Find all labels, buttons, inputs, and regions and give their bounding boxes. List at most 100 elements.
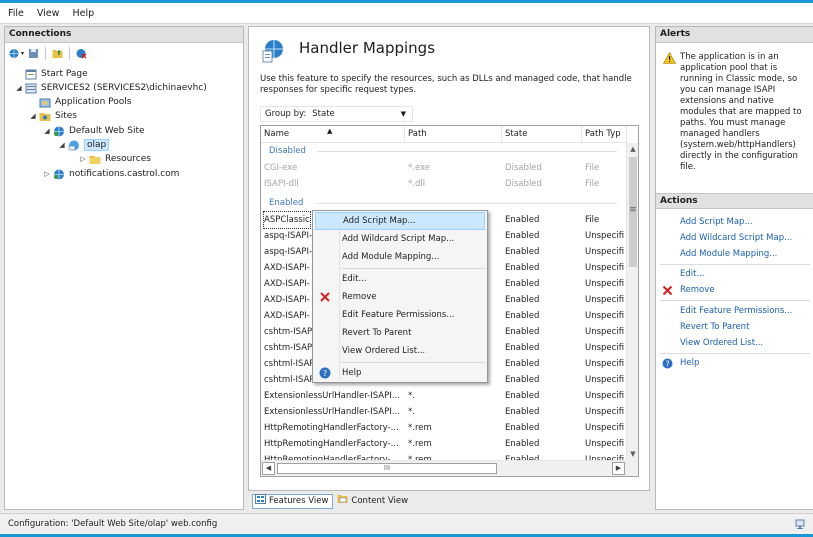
cell-state: Enabled (505, 343, 540, 353)
table-row[interactable]: HttpRemotingHandlerFactory-... *.rem Enabl… (261, 420, 627, 436)
menu-item-remove[interactable]: Remove (315, 288, 485, 306)
menu-item-edit-feature-permissions[interactable]: Edit Feature Permissions... (315, 306, 485, 324)
column-header-path[interactable]: Path (405, 126, 502, 143)
cell-name: CGI-exe (264, 163, 298, 173)
cell-state: Enabled (505, 327, 540, 337)
cell-name: ExtensionlessUrlHandler-ISAPI... (264, 407, 400, 417)
handler-mappings-icon (261, 39, 285, 63)
tree-item-start-page[interactable]: Start Page (15, 67, 88, 81)
table-row[interactable]: ISAPI-dll *.dll Disabled File (261, 176, 627, 192)
menu-item-help[interactable]: ? Help (315, 364, 485, 382)
tree-item-sites[interactable]: ◢ Sites (29, 109, 77, 123)
menu-file[interactable]: File (8, 8, 24, 19)
cell-type: Unspecifi (585, 423, 625, 433)
actions-header: Actions (656, 193, 813, 209)
cell-name: ASPClassic (263, 211, 311, 229)
cell-name: aspq-ISAPI- (264, 231, 313, 241)
action-edit-feature-permissions[interactable]: Edit Feature Permissions... (680, 306, 792, 316)
group-by-dropdown[interactable]: Group by: State ▼ (260, 106, 413, 122)
menu-item-add-script-map[interactable]: Add Script Map... (315, 212, 485, 230)
column-header-name[interactable]: Name ▲ (261, 126, 405, 143)
collapse-icon[interactable]: ◢ (43, 127, 51, 135)
collapse-icon[interactable]: ◢ (29, 112, 37, 120)
tree-label: SERVICES2 (SERVICES2\dichinaevhc) (41, 83, 207, 93)
connect-globe-icon[interactable] (9, 48, 20, 59)
sort-ascending-icon: ▲ (327, 127, 333, 135)
group-header[interactable]: Enabled (269, 195, 303, 211)
menu-item-edit[interactable]: Edit... (315, 270, 485, 288)
menu-bar: File View Help (0, 3, 813, 23)
table-row[interactable]: ExtensionlessUrlHandler-ISAPI... *. Enable… (261, 404, 627, 420)
group-divider (317, 151, 617, 152)
tree-item-default-web-site[interactable]: ◢ Default Web Site (43, 124, 145, 138)
scroll-right-icon[interactable]: ▶ (612, 462, 625, 475)
cell-type: Unspecifi (585, 327, 625, 337)
action-remove[interactable]: Remove (680, 285, 715, 295)
svg-text:?: ? (665, 360, 669, 369)
column-header-state[interactable]: State (502, 126, 582, 143)
cell-type: Unspecifi (585, 263, 625, 273)
tree-item-resources[interactable]: ▷ Resources (79, 152, 151, 166)
tree-item-application-pools[interactable]: Application Pools (29, 95, 131, 109)
action-add-module-mapping[interactable]: Add Module Mapping... (680, 249, 777, 259)
action-add-wildcard-script-map[interactable]: Add Wildcard Script Map... (680, 233, 792, 243)
disconnect-icon[interactable] (76, 48, 87, 59)
cell-type: Unspecifi (585, 391, 625, 401)
up-folder-icon[interactable] (52, 48, 63, 59)
table-row[interactable]: CGI-exe *.exe Disabled File (261, 160, 627, 176)
scroll-up-icon[interactable]: ▲ (627, 143, 638, 155)
tree-item-notifications[interactable]: ▷ notifications.castrol.com (43, 167, 179, 181)
expand-icon[interactable]: ▷ (79, 155, 87, 163)
tree-item-olap[interactable]: ◢ olap (58, 138, 110, 152)
cell-path: *.rem (408, 423, 432, 433)
cell-state: Enabled (505, 263, 540, 273)
network-status-icon (795, 518, 807, 530)
alerts-header: Alerts (656, 27, 813, 43)
list-header: Name ▲ Path State Path Typ (261, 126, 627, 143)
horizontal-scrollbar[interactable]: ◀ III ▶ (261, 460, 627, 476)
table-row[interactable]: HttpRemotingHandlerFactory-... *.rem Enabl… (261, 436, 627, 452)
status-bar: Configuration: 'Default Web Site/olap' w… (0, 513, 813, 534)
menu-item-view-ordered-list[interactable]: View Ordered List... (315, 342, 485, 360)
action-revert-to-parent[interactable]: Revert To Parent (680, 322, 749, 332)
column-header-path-type[interactable]: Path Typ (582, 126, 627, 143)
collapse-icon[interactable]: ◢ (58, 141, 66, 149)
scroll-left-icon[interactable]: ◀ (262, 462, 275, 475)
tree-item-server[interactable]: ◢ SERVICES2 (SERVICES2\dichinaevhc) (15, 81, 207, 95)
expand-icon[interactable]: ▷ (43, 170, 51, 178)
cell-state: Enabled (505, 247, 540, 257)
cell-state: Enabled (505, 391, 540, 401)
scroll-down-icon[interactable]: ▼ (627, 448, 638, 460)
menu-item-revert-to-parent[interactable]: Revert To Parent (315, 324, 485, 342)
cell-name: ISAPI-dll (264, 179, 299, 189)
collapse-icon[interactable]: ◢ (15, 84, 23, 92)
tree-label: Application Pools (55, 97, 132, 107)
alert-message: The application is in an application poo… (680, 52, 802, 172)
actions-pane: Alerts The application is in an applicat… (655, 26, 813, 510)
tree-label: Start Page (41, 69, 88, 79)
menu-view[interactable]: View (37, 8, 60, 19)
action-help[interactable]: Help (680, 358, 699, 368)
group-header[interactable]: Disabled (269, 143, 306, 159)
vertical-scrollbar[interactable]: ▲ ≡ ▼ (626, 143, 638, 460)
dropdown-arrow-icon: ▼ (400, 110, 406, 118)
action-add-script-map[interactable]: Add Script Map... (680, 217, 753, 227)
remove-x-icon (662, 285, 673, 296)
cell-state: Enabled (505, 295, 540, 305)
horizontal-scroll-thumb[interactable]: III (277, 463, 497, 474)
tab-content-view[interactable]: Content View (335, 494, 412, 509)
menu-item-add-wildcard-script-map[interactable]: Add Wildcard Script Map... (315, 230, 485, 248)
cell-name: aspq-ISAPI- (264, 247, 313, 257)
connect-dropdown-icon[interactable]: ▾ (21, 50, 24, 57)
action-view-ordered-list[interactable]: View Ordered List... (680, 338, 763, 348)
tab-features-view[interactable]: Features View (252, 493, 334, 509)
cell-state: Enabled (505, 359, 540, 369)
action-edit[interactable]: Edit... (680, 269, 705, 279)
table-row[interactable]: ExtensionlessUrlHandler-ISAPI... *. Enable… (261, 388, 627, 404)
cell-name: AXD-ISAPI- (264, 295, 310, 305)
menu-help[interactable]: Help (72, 8, 94, 19)
save-icon[interactable] (28, 48, 39, 59)
cell-type: Unspecifi (585, 247, 625, 257)
menu-item-add-module-mapping[interactable]: Add Module Mapping... (315, 248, 485, 266)
cell-type: Unspecifi (585, 439, 625, 449)
